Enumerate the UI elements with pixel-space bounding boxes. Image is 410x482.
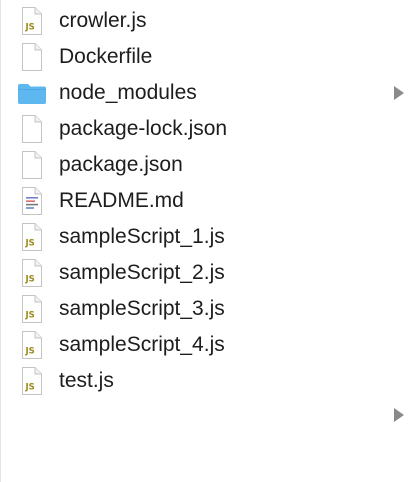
js-file-icon: JS [17,330,47,360]
svg-text:JS: JS [25,383,35,393]
file-name: sampleScript_1.js [59,225,225,248]
file-name: package-lock.json [59,117,228,140]
chevron-right-icon [394,86,404,100]
file-list: JS crowler.js Dockerfile node_modules pa… [0,3,410,399]
list-item-package-json[interactable]: package.json [0,147,410,183]
js-file-icon: JS [17,294,47,324]
markdown-file-icon [17,186,47,216]
folder-name: node_modules [59,81,197,104]
svg-text:JS: JS [25,23,35,33]
list-item-package-lock-json[interactable]: package-lock.json [0,111,410,147]
chevron-right-icon[interactable] [394,408,404,422]
js-file-icon: JS [17,366,47,396]
list-item-samplescript-2-js[interactable]: JS sampleScript_2.js [0,255,410,291]
file-name: sampleScript_4.js [59,333,225,356]
file-name: crowler.js [59,9,147,32]
list-item-dockerfile[interactable]: Dockerfile [0,39,410,75]
document-icon [17,42,47,72]
list-item-samplescript-1-js[interactable]: JS sampleScript_1.js [0,219,410,255]
file-name: sampleScript_2.js [59,261,225,284]
js-file-icon: JS [17,222,47,252]
list-item-samplescript-3-js[interactable]: JS sampleScript_3.js [0,291,410,327]
file-name: test.js [59,369,114,392]
document-icon [17,150,47,180]
folder-icon [17,78,47,108]
file-name: package.json [59,153,183,176]
svg-text:JS: JS [25,347,35,357]
svg-text:JS: JS [25,311,35,321]
js-file-icon: JS [17,258,47,288]
list-item-test-js[interactable]: JS test.js [0,363,410,399]
svg-text:JS: JS [25,275,35,285]
file-name: README.md [59,189,184,212]
document-icon [17,114,47,144]
file-name: sampleScript_3.js [59,297,225,320]
list-item-crowler-js[interactable]: JS crowler.js [0,3,410,39]
list-item-node-modules[interactable]: node_modules [0,75,410,111]
svg-text:JS: JS [25,239,35,249]
file-name: Dockerfile [59,45,153,68]
list-item-readme-md[interactable]: README.md [0,183,410,219]
list-item-samplescript-4-js[interactable]: JS sampleScript_4.js [0,327,410,363]
js-file-icon: JS [17,6,47,36]
